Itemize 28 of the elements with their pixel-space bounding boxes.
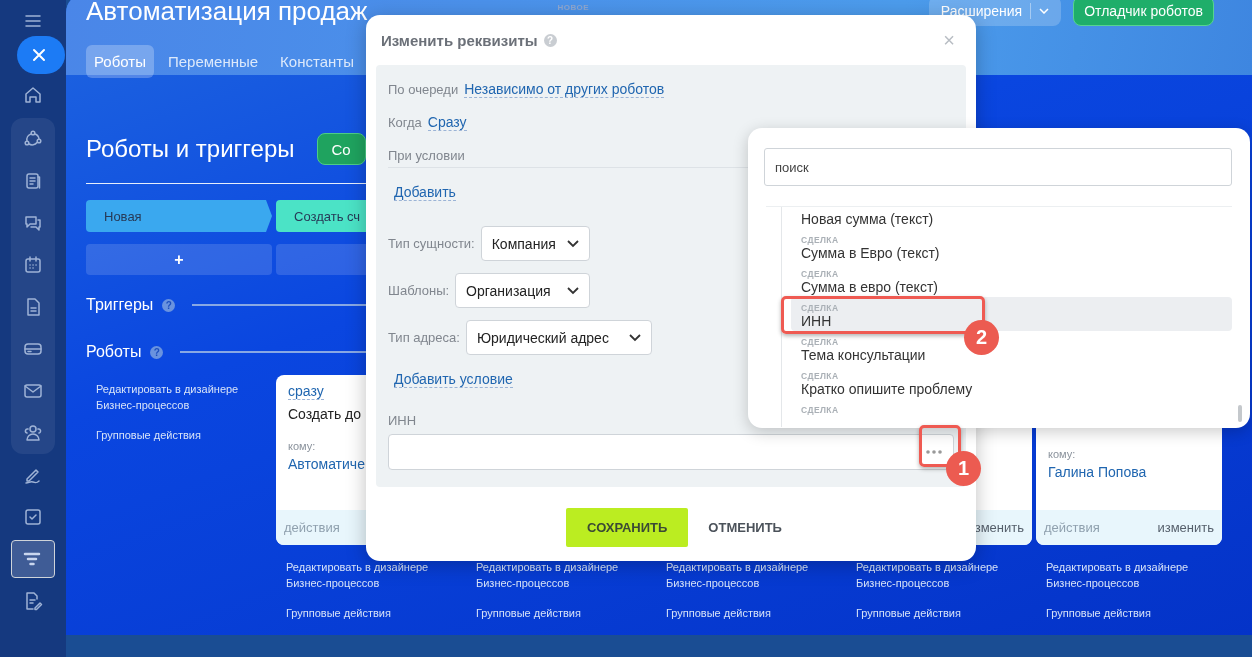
field-label: При условии <box>388 147 465 163</box>
field-name: Тема консультации <box>801 347 926 363</box>
field-name: Кратко опишите проблему <box>801 381 973 397</box>
field-name: ИНН <box>801 313 833 329</box>
recipient-label: кому: <box>288 440 316 452</box>
section-title: Роботы и триггеры <box>86 135 295 163</box>
group-label: СДЕЛКА <box>801 303 840 313</box>
field-name: Сумма в евро (текст) <box>801 279 938 295</box>
field-label: Тип сущности: <box>388 236 475 251</box>
actions-label: действия <box>1044 520 1100 535</box>
group-label: СДЕЛКА <box>801 337 840 347</box>
robot-title: Создать до <box>288 406 362 422</box>
group-label: СДЕЛКА <box>801 371 840 381</box>
dialog-title: Изменить реквизиты <box>381 31 538 49</box>
group-label: СДЕЛКА <box>801 235 840 245</box>
field-label: По очереди <box>388 81 459 97</box>
page-title: Автоматизация продаж <box>86 0 368 27</box>
actions-label: действия <box>284 520 340 535</box>
field-label: Тип адреса: <box>388 330 460 345</box>
field-label: Когда <box>388 114 422 130</box>
field-name: Сумма в Евро (текст) <box>801 245 940 261</box>
triggers-heading: Триггеры <box>86 296 154 314</box>
field-label: ИНН <box>388 413 417 428</box>
robots-heading: Роботы <box>86 343 142 361</box>
field-label: Шаблоны: <box>388 283 450 298</box>
group-label: СДЕЛКА <box>801 269 840 279</box>
recipient-label: кому: <box>1048 448 1076 460</box>
new-label: НОВОЕ <box>557 2 590 12</box>
